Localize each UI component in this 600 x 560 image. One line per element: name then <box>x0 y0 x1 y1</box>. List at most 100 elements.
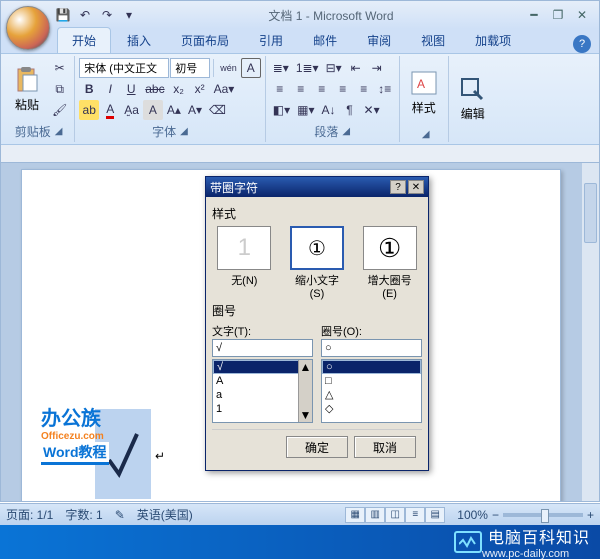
redo-button[interactable]: ↷ <box>97 5 117 25</box>
numbering-button[interactable]: 1≣▾ <box>293 58 322 78</box>
increase-indent-button[interactable]: ⇥ <box>367 58 387 78</box>
ring-input[interactable] <box>321 339 422 357</box>
ring-field-label: 圈号(O): <box>321 323 422 339</box>
shading-button[interactable]: ◧▾ <box>270 100 293 120</box>
list-item[interactable]: ○ <box>322 360 421 374</box>
scroll-thumb[interactable] <box>584 183 597 243</box>
italic-button[interactable]: I <box>100 79 120 99</box>
font-launcher[interactable]: ◢ <box>180 126 188 137</box>
horizontal-ruler[interactable] <box>1 145 599 163</box>
list-scrollbar[interactable]: ▲▼ <box>298 360 312 422</box>
tab-insert[interactable]: 插入 <box>113 28 165 53</box>
view-buttons: ▦ ▥ ◫ ≡ ▤ <box>345 507 445 523</box>
subscript-button[interactable]: x₂ <box>169 79 189 99</box>
office-button[interactable] <box>6 6 50 50</box>
zoom-percent[interactable]: 100% <box>457 508 488 522</box>
superscript-button[interactable]: x² <box>190 79 210 99</box>
bold-button[interactable]: B <box>79 79 99 99</box>
zoom-slider[interactable] <box>503 513 583 517</box>
ring-listbox[interactable]: ○ □ △ ◇ <box>321 359 422 423</box>
style-shrink[interactable]: ① 缩小文字(S) <box>288 226 346 300</box>
format-painter-button[interactable]: 🖌 <box>49 100 70 120</box>
zoom-out-button[interactable]: − <box>492 508 499 522</box>
tab-references[interactable]: 引用 <box>245 28 297 53</box>
ok-button[interactable]: 确定 <box>286 436 348 458</box>
phonetic-guide-button[interactable]: wén <box>217 58 240 78</box>
status-page[interactable]: 页面: 1/1 <box>6 506 53 523</box>
dialog-help-button[interactable]: ? <box>390 180 406 194</box>
char-shading-button[interactable]: A <box>143 100 163 120</box>
list-item[interactable]: △ <box>322 388 421 402</box>
style-enlarge[interactable]: ① 增大圈号(E) <box>361 226 419 300</box>
copy-button[interactable]: ⧉ <box>49 79 70 99</box>
dialog-titlebar[interactable]: 带圈字符 ? ✕ <box>206 177 428 197</box>
list-item[interactable]: ◇ <box>322 402 421 416</box>
status-insert-icon[interactable]: ✎ <box>115 508 125 522</box>
change-case-button[interactable]: Aa▾ <box>211 79 238 99</box>
text-input[interactable] <box>212 339 313 357</box>
restore-button[interactable]: ❐ <box>547 6 569 24</box>
close-button[interactable]: ✕ <box>571 6 593 24</box>
view-print-layout[interactable]: ▦ <box>345 507 365 523</box>
borders-button[interactable]: ▦▾ <box>294 100 317 120</box>
tab-view[interactable]: 视图 <box>407 28 459 53</box>
styles-button[interactable]: A 样式 <box>404 58 444 127</box>
paragraph-launcher[interactable]: ◢ <box>342 126 350 137</box>
vertical-scrollbar[interactable] <box>581 163 599 501</box>
shrink-font-button[interactable]: A▾ <box>185 100 205 120</box>
text-listbox[interactable]: √ A a 1 ▲▼ <box>212 359 313 423</box>
dialog-close-button[interactable]: ✕ <box>408 180 424 194</box>
view-full-reading[interactable]: ▥ <box>365 507 385 523</box>
cut-button[interactable]: ✂ <box>49 58 70 78</box>
tab-layout[interactable]: 页面布局 <box>167 28 243 53</box>
style-none[interactable]: 1 无(N) <box>215 226 273 300</box>
strike-button[interactable]: abc <box>142 79 167 99</box>
highlight-button[interactable]: ab <box>79 100 99 120</box>
qat-more[interactable]: ▾ <box>119 5 139 25</box>
bullets-button[interactable]: ≣▾ <box>270 58 292 78</box>
view-outline[interactable]: ≡ <box>405 507 425 523</box>
char-scaling-button[interactable]: A͍a <box>121 100 142 120</box>
save-button[interactable]: 💾 <box>53 5 73 25</box>
editing-button[interactable]: 编辑 <box>453 58 493 138</box>
grow-font-button[interactable]: A▴ <box>164 100 184 120</box>
list-item[interactable]: □ <box>322 374 421 388</box>
align-center-button[interactable]: ≡ <box>291 79 311 99</box>
tab-mailings[interactable]: 邮件 <box>299 28 351 53</box>
align-right-button[interactable]: ≡ <box>312 79 332 99</box>
cancel-button[interactable]: 取消 <box>354 436 416 458</box>
align-left-button[interactable]: ≡ <box>270 79 290 99</box>
tab-home[interactable]: 开始 <box>57 27 111 53</box>
style-section-label: 样式 <box>212 205 422 222</box>
status-words[interactable]: 字数: 1 <box>65 506 102 523</box>
paste-button[interactable]: 粘贴 <box>7 58 47 121</box>
tab-addins[interactable]: 加载项 <box>461 28 525 53</box>
font-color-button[interactable]: A <box>100 100 120 120</box>
undo-button[interactable]: ↶ <box>75 5 95 25</box>
view-web[interactable]: ◫ <box>385 507 405 523</box>
clipboard-launcher[interactable]: ◢ <box>55 126 63 137</box>
asian-layout-button[interactable]: ✕▾ <box>361 100 383 120</box>
font-name-select[interactable]: 宋体 (中文正文 <box>79 58 169 78</box>
justify-button[interactable]: ≡ <box>333 79 353 99</box>
tab-review[interactable]: 审阅 <box>353 28 405 53</box>
help-button[interactable]: ? <box>573 35 591 53</box>
paste-label: 粘贴 <box>15 96 39 113</box>
font-size-select[interactable]: 初号 <box>170 58 210 78</box>
distribute-button[interactable]: ≡ <box>354 79 374 99</box>
decrease-indent-button[interactable]: ⇤ <box>346 58 366 78</box>
sort-button[interactable]: A↓ <box>319 100 339 120</box>
clear-format-button[interactable]: ⌫ <box>206 100 229 120</box>
zoom-in-button[interactable]: + <box>587 508 594 522</box>
show-marks-button[interactable]: ¶ <box>340 100 360 120</box>
char-border-button[interactable]: A <box>241 58 261 78</box>
editing-label: 编辑 <box>461 105 485 122</box>
view-draft[interactable]: ▤ <box>425 507 445 523</box>
paste-icon <box>13 66 41 94</box>
underline-button[interactable]: U <box>121 79 141 99</box>
status-language[interactable]: 英语(美国) <box>137 506 193 523</box>
line-spacing-button[interactable]: ↕≡ <box>375 79 395 99</box>
minimize-button[interactable]: ━ <box>523 6 545 24</box>
styles-launcher[interactable]: ◢ <box>422 129 430 140</box>
multilevel-button[interactable]: ⊟▾ <box>323 58 345 78</box>
